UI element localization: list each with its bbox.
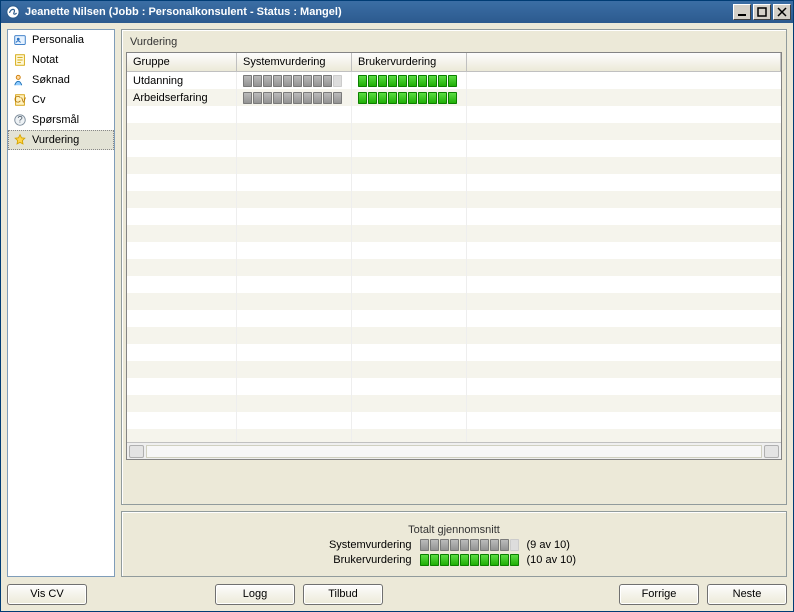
tilbud-button[interactable]: Tilbud	[303, 584, 383, 605]
sidebar-item-label: Notat	[32, 54, 58, 66]
app-window: Jeanette Nilsen (Jobb : Personalkonsulen…	[0, 0, 794, 612]
logg-button[interactable]: Logg	[215, 584, 295, 605]
rating-icon	[12, 132, 28, 148]
cell-system	[237, 89, 352, 106]
grid-header: Gruppe Systemvurdering Brukervurdering	[127, 53, 781, 72]
totals-label-bruker: Brukervurdering	[307, 554, 412, 566]
sidebar-item-vurdering[interactable]: Vurdering	[8, 130, 114, 150]
main: Vurdering Gruppe Systemvurdering Brukerv…	[121, 29, 787, 577]
totals-title: Totalt gjennomsnitt	[408, 524, 500, 536]
table-row	[127, 344, 781, 361]
totals-label-system: Systemvurdering	[307, 539, 412, 551]
table-row	[127, 208, 781, 225]
totals-value-bruker: (10 av 10)	[527, 554, 602, 566]
col-header-bruker[interactable]: Brukervurdering	[352, 53, 467, 71]
scroll-right-button[interactable]	[764, 445, 779, 458]
sidebar-item-label: Personalia	[32, 34, 84, 46]
cell-gruppe: Arbeidserfaring	[127, 89, 237, 106]
forrige-button[interactable]: Forrige	[619, 584, 699, 605]
table-row	[127, 191, 781, 208]
button-bar: Vis CV Logg Tilbud Forrige Neste	[1, 583, 793, 611]
sidebar-item-label: Cv	[32, 94, 45, 106]
cell-bruker	[352, 89, 467, 106]
totals-rating-bruker	[420, 554, 519, 566]
totals-row-bruker: Brukervurdering (10 av 10)	[307, 554, 602, 566]
scroll-track[interactable]	[146, 445, 762, 458]
maximize-button[interactable]	[753, 4, 771, 20]
window-title: Jeanette Nilsen (Jobb : Personalkonsulen…	[25, 6, 733, 18]
totals-rating-system	[420, 539, 519, 551]
cell-system	[237, 72, 352, 89]
table-row	[127, 123, 781, 140]
application-icon	[12, 72, 28, 88]
table-row	[127, 140, 781, 157]
client-area: Personalia Notat Søknad Cv Cv ? Spørsmål…	[1, 23, 793, 583]
sidebar-item-label: Spørsmål	[32, 114, 79, 126]
vis-cv-button[interactable]: Vis CV	[7, 584, 87, 605]
panel-title: Vurdering	[126, 34, 782, 52]
col-header-rest	[467, 53, 781, 71]
table-row	[127, 327, 781, 344]
table-row	[127, 412, 781, 429]
table-row[interactable]: Utdanning	[127, 72, 781, 89]
cv-icon: Cv	[12, 92, 28, 108]
grid-body: UtdanningArbeidserfaring	[127, 72, 781, 442]
svg-text:?: ?	[17, 115, 22, 126]
table-row	[127, 276, 781, 293]
sidebar-item-label: Søknad	[32, 74, 70, 86]
table-row	[127, 395, 781, 412]
table-row	[127, 310, 781, 327]
scroll-left-button[interactable]	[129, 445, 144, 458]
titlebar: Jeanette Nilsen (Jobb : Personalkonsulen…	[1, 1, 793, 23]
close-button[interactable]	[773, 4, 791, 20]
table-row	[127, 242, 781, 259]
vurdering-panel: Vurdering Gruppe Systemvurdering Brukerv…	[121, 29, 787, 505]
sidebar-item-label: Vurdering	[32, 134, 79, 146]
sidebar-item-sporsmal[interactable]: ? Spørsmål	[8, 110, 114, 130]
sidebar-item-cv[interactable]: Cv Cv	[8, 90, 114, 110]
minimize-button[interactable]	[733, 4, 751, 20]
col-header-system[interactable]: Systemvurdering	[237, 53, 352, 71]
col-header-gruppe[interactable]: Gruppe	[127, 53, 237, 71]
table-row	[127, 174, 781, 191]
app-icon	[5, 4, 21, 20]
table-row[interactable]: Arbeidserfaring	[127, 89, 781, 106]
totals-value-system: (9 av 10)	[527, 539, 602, 551]
table-row	[127, 293, 781, 310]
table-row	[127, 378, 781, 395]
cell-bruker	[352, 72, 467, 89]
sidebar: Personalia Notat Søknad Cv Cv ? Spørsmål…	[7, 29, 115, 577]
note-icon	[12, 52, 28, 68]
table-row	[127, 106, 781, 123]
table-row	[127, 361, 781, 378]
totals-panel: Totalt gjennomsnitt Systemvurdering (9 a…	[121, 511, 787, 577]
table-row	[127, 157, 781, 174]
window-controls	[733, 4, 791, 20]
question-icon: ?	[12, 112, 28, 128]
table-row	[127, 429, 781, 442]
table-row	[127, 259, 781, 276]
totals-row-system: Systemvurdering (9 av 10)	[307, 539, 602, 551]
grid: Gruppe Systemvurdering Brukervurdering U…	[126, 52, 782, 460]
neste-button[interactable]: Neste	[707, 584, 787, 605]
sidebar-item-soknad[interactable]: Søknad	[8, 70, 114, 90]
sidebar-item-notat[interactable]: Notat	[8, 50, 114, 70]
person-icon	[12, 32, 28, 48]
table-row	[127, 225, 781, 242]
horizontal-scrollbar[interactable]	[127, 442, 781, 459]
cell-gruppe: Utdanning	[127, 72, 237, 89]
svg-text:Cv: Cv	[14, 95, 26, 106]
sidebar-item-personalia[interactable]: Personalia	[8, 30, 114, 50]
